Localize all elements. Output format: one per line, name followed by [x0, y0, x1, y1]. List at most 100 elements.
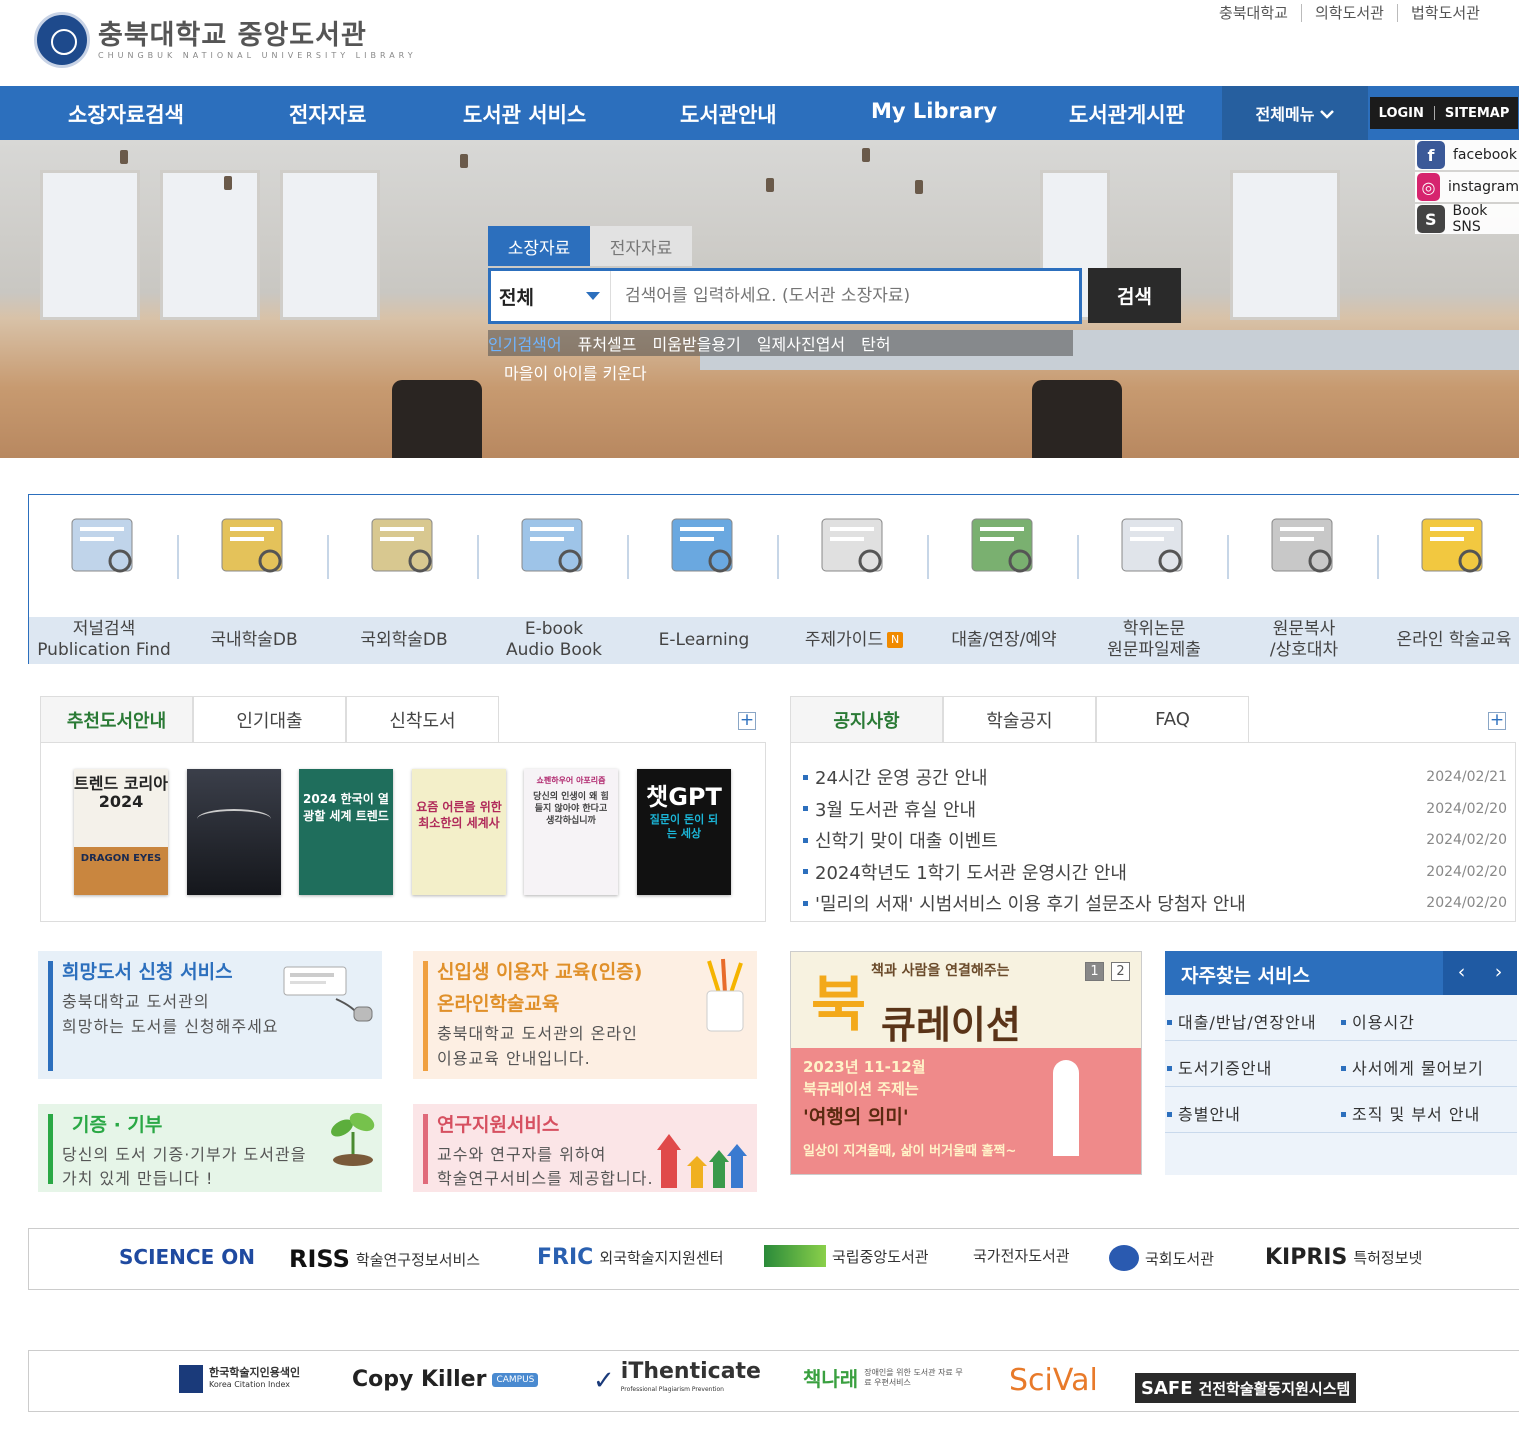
frequent-link[interactable]: 이용시간	[1341, 1009, 1415, 1033]
notice-row[interactable]: '밀리의 서재' 시범서비스 이용 후기 설문조사 당첨자 안내 2024/02/…	[803, 889, 1507, 917]
facebook-link[interactable]: f facebook	[1415, 140, 1519, 170]
national-digital-library-link[interactable]: 국가전자도서관	[973, 1245, 1070, 1266]
notice-list: 24시간 운영 공간 안내 2024/02/21 3월 도서관 휴실 안내 2024/…	[790, 742, 1516, 922]
book-sns-link[interactable]: S Book SNS	[1415, 203, 1519, 235]
folder-search-icon	[1414, 513, 1494, 583]
book-cover[interactable]: 2024 한국이 열광할 세계 트렌드	[299, 769, 393, 895]
book-sns-label: Book SNS	[1452, 203, 1488, 235]
search-scope-select[interactable]: 전체	[491, 271, 611, 321]
hope-book-service[interactable]: 희망도서 신청 서비스 충북대학교 도서관의 희망하는 도서를 신청해주세요	[38, 951, 382, 1079]
copykiller-link[interactable]: Copy Killer CAMPUS	[352, 1367, 539, 1392]
quick-menu-item[interactable]: E-book Audio Book	[479, 495, 629, 665]
quick-menu-sublabel: Publication Find	[37, 640, 171, 660]
notice-title[interactable]: '밀리의 서재' 시범서비스 이용 후기 설문조사 당첨자 안내	[815, 890, 1426, 916]
scival-logo: SciVal	[1009, 1363, 1098, 1398]
fric-link[interactable]: FRIC 외국학술지지원센터	[537, 1245, 724, 1270]
tab-popular-loans[interactable]: 인기대출	[193, 696, 346, 742]
search-button[interactable]: 검색	[1088, 268, 1181, 323]
donation-service[interactable]: 기증 · 기부 당신의 도서 기증·기부가 도서관을 가치 있게 만듭니다 !	[38, 1104, 382, 1192]
popular-keyword[interactable]: 퓨처셀프	[578, 331, 637, 355]
tab-academic-notices[interactable]: 학술공지	[943, 696, 1096, 742]
scienceon-link[interactable]: SCIENCE ON	[119, 1245, 255, 1269]
tab-electronic[interactable]: 전자자료	[590, 226, 692, 266]
nav-library-board[interactable]: 도서관게시판	[1069, 99, 1185, 129]
riss-link[interactable]: RISS 학술연구정보서비스	[289, 1245, 480, 1273]
book-cover[interactable]: 쇼펜하우어 아포리즘 당신의 인생이 왜 힘들지 않아야 한다고 생각하십니까	[524, 769, 618, 895]
nav-my-library[interactable]: My Library	[871, 99, 997, 123]
safe-logo: SAFE	[1141, 1377, 1193, 1399]
quick-menu-item[interactable]: 대출/연장/예약	[929, 495, 1079, 665]
nav-library-services[interactable]: 도서관 서비스	[463, 99, 586, 129]
notice-row[interactable]: 신학기 맞이 대출 이벤트 2024/02/20	[803, 826, 1507, 854]
national-assembly-library-link[interactable]: 국회도서관	[1109, 1245, 1214, 1271]
frequent-link[interactable]: 도서기증안내	[1167, 1055, 1272, 1079]
popular-keyword[interactable]: 마을이 아이를 키운다	[504, 360, 647, 384]
scienceon-logo: SCIENCE ON	[119, 1245, 255, 1269]
notice-title[interactable]: 24시간 운영 공간 안내	[815, 764, 1426, 790]
instagram-link[interactable]: ◎ instagram	[1415, 172, 1519, 202]
more-books-plus-icon[interactable]: +	[738, 712, 756, 730]
top-link-medical-library[interactable]: 의학도서관	[1300, 4, 1397, 22]
ithenticate-link[interactable]: ✓ iThenticate Professional Plagiarism Pr…	[593, 1361, 761, 1399]
popular-keyword[interactable]: 탄허	[861, 331, 890, 355]
notice-title[interactable]: 2024학년도 1학기 도서관 운영시간 안내	[815, 859, 1426, 885]
nav-electronic-resources[interactable]: 전자자료	[289, 99, 366, 129]
notice-row[interactable]: 3월 도서관 휴실 안내 2024/02/20	[803, 795, 1507, 823]
quick-menu-item[interactable]: 주제가이드 N	[779, 495, 929, 665]
notice-title[interactable]: 신학기 맞이 대출 이벤트	[815, 827, 1426, 853]
banner-page-1[interactable]: 1	[1085, 962, 1104, 981]
frequent-link[interactable]: 사서에게 물어보기	[1341, 1055, 1484, 1079]
notice-row[interactable]: 24시간 운영 공간 안내 2024/02/21	[803, 763, 1507, 791]
top-link-law-library[interactable]: 법학도서관	[1396, 4, 1493, 22]
next-arrow-icon[interactable]: ›	[1480, 951, 1517, 995]
quick-menu-item[interactable]: 국외학술DB	[329, 495, 479, 665]
library-logo[interactable]: 충북대학교 중앙도서관 CHUNGBUK NATIONAL UNIVERSITY…	[34, 12, 417, 68]
facebook-icon: f	[1417, 141, 1445, 169]
tab-faq[interactable]: FAQ	[1096, 696, 1249, 742]
tab-recommended-books[interactable]: 추천도서안내	[40, 696, 193, 742]
sitemap-link[interactable]: SITEMAP	[1445, 106, 1509, 121]
tab-notices[interactable]: 공지사항	[790, 696, 943, 742]
quick-menu-item[interactable]: 원문복사/상호대차	[1229, 495, 1379, 665]
frequent-link[interactable]: 층별안내	[1167, 1101, 1241, 1125]
frequent-link[interactable]: 대출/반납/연장안내	[1167, 1009, 1317, 1033]
kci-link[interactable]: 한국학술지인용색인 Korea Citation Index	[179, 1365, 300, 1393]
more-notices-plus-icon[interactable]: +	[1488, 712, 1506, 730]
nav-collection-search[interactable]: 소장자료검색	[68, 99, 184, 129]
all-menu-button[interactable]: 전체메뉴	[1222, 86, 1368, 140]
national-library-link[interactable]: 국립중앙도서관	[764, 1245, 929, 1267]
book-curation-banner[interactable]: 책과 사람을 연결해주는 북 큐레이션 1 2 2023년 11-12월 북큐레…	[790, 951, 1142, 1175]
nav-library-info[interactable]: 도서관안내	[680, 99, 777, 129]
chaeknarae-link[interactable]: 책나래 장애인을 위한 도서관 자료 무료 우편서비스	[803, 1363, 964, 1392]
safe-link[interactable]: SAFE 건전학술활동지원시스템	[1135, 1373, 1357, 1403]
book-sns-icon: S	[1417, 205, 1445, 233]
quick-menu-item[interactable]: 학위논문 원문파일제출	[1079, 495, 1229, 665]
quick-menu-item[interactable]: 온라인 학술교육	[1379, 495, 1519, 665]
quick-menu-item[interactable]: 저널검색 Publication Find	[29, 495, 179, 665]
login-link[interactable]: LOGIN	[1379, 106, 1424, 121]
frequent-link[interactable]: 조직 및 부서 안내	[1341, 1101, 1480, 1125]
notice-title[interactable]: 3월 도서관 휴실 안내	[815, 796, 1426, 822]
popular-keyword[interactable]: 미움받을용기	[653, 331, 741, 355]
top-link-university[interactable]: 충북대학교	[1206, 4, 1301, 22]
scival-link[interactable]: SciVal	[1009, 1363, 1098, 1398]
book-cover[interactable]	[187, 769, 281, 895]
research-support-service[interactable]: 연구지원서비스 교수와 연구자를 위하여 학술연구서비스를 제공합니다.	[413, 1104, 757, 1192]
search-input[interactable]	[611, 286, 1079, 306]
book-cover[interactable]: 트렌드 코리아 2024 DRAGON EYES	[74, 769, 168, 895]
prev-arrow-icon[interactable]: ‹	[1443, 951, 1480, 995]
quick-menu-item[interactable]: E-Learning	[629, 495, 779, 665]
freshman-education-service[interactable]: 신입생 이용자 교육(인증) 온라인학술교육 충북대학교 도서관의 온라인 이용…	[413, 951, 757, 1079]
notice-row[interactable]: 2024학년도 1학기 도서관 운영시간 안내 2024/02/20	[803, 858, 1507, 886]
quick-menu-label: 국내학술DB	[210, 629, 298, 650]
book-cover[interactable]: 요즘 어른을 위한 최소한의 세계사	[412, 769, 506, 895]
tab-new-books[interactable]: 신착도서	[346, 696, 499, 742]
tab-collection[interactable]: 소장자료	[488, 226, 590, 266]
logo-title: 충북대학교 중앙도서관	[98, 19, 367, 51]
kipris-link[interactable]: KIPRIS 특허정보넷	[1265, 1245, 1422, 1270]
book-cover[interactable]: 챗GPT 질문이 돈이 되는 세상	[637, 769, 731, 895]
banner-page-2[interactable]: 2	[1111, 962, 1130, 981]
popular-keyword[interactable]: 일제사진엽서	[757, 331, 845, 355]
open-book-icon	[214, 513, 294, 583]
quick-menu-item[interactable]: 국내학술DB	[179, 495, 329, 665]
